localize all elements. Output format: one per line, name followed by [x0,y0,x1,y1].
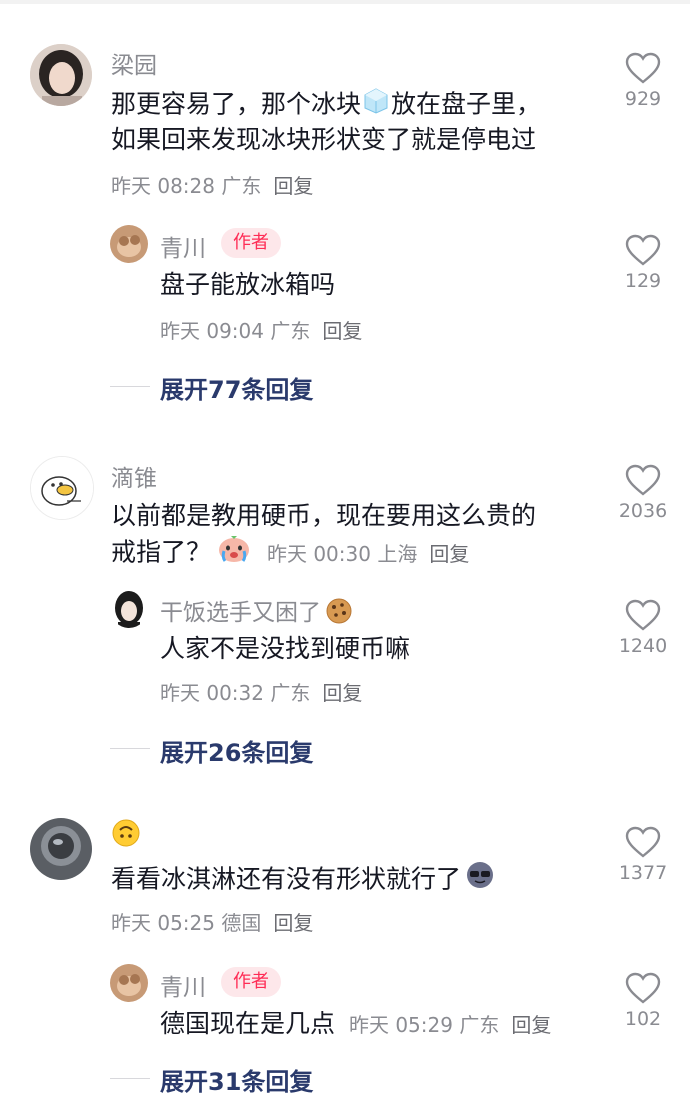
like-button[interactable]: 129 [608,234,678,292]
like-count: 1377 [618,862,668,884]
comment-meta: 昨天 05:25 德国 回复 [111,911,314,935]
avatar[interactable] [110,964,148,1002]
like-count: 102 [624,1008,662,1030]
expand-divider [110,386,150,387]
comment-author[interactable]: 滴锥 [111,459,157,493]
top-divider [0,0,690,4]
like-button[interactable]: 102 [608,972,678,1030]
comment-author[interactable]: 梁园 [111,46,157,80]
heart-icon [625,464,661,496]
comment-text: 盘子能放冰箱吗 [160,270,336,299]
avatar[interactable] [110,590,148,628]
reply-button[interactable]: 回复 [511,1013,551,1037]
comment-meta: 昨天 09:04 广东 回复 [160,319,363,343]
like-count: 129 [624,270,662,292]
comment-text: 以前都是教用硬币，现在要用这么贵的 [111,501,537,530]
heart-icon [625,826,661,858]
expand-replies-button[interactable]: 展开31条回复 [160,1062,313,1097]
ice-cube-icon [361,85,391,126]
reply-button[interactable]: 回复 [322,319,362,343]
avatar[interactable] [30,44,92,106]
reply-button[interactable]: 回复 [273,911,313,935]
like-button[interactable]: 1240 [608,599,678,657]
comment-author[interactable]: 青川 [160,968,206,1002]
expand-replies-button[interactable]: 展开26条回复 [160,733,313,768]
reply-button[interactable]: 回复 [429,542,469,566]
upside-down-face-icon [111,818,141,854]
reply-button[interactable]: 回复 [322,681,362,705]
reply-button[interactable]: 回复 [273,174,313,198]
avatar[interactable] [110,225,148,263]
like-button[interactable]: 929 [608,52,678,110]
like-count: 1240 [618,635,668,657]
comment-author[interactable]: 干饭选手又困了 [160,593,353,631]
heart-icon [625,599,661,631]
cookie-icon [325,597,353,631]
author-badge: 作者 [221,967,281,997]
expand-divider [110,748,150,749]
like-button[interactable]: 2036 [608,464,678,522]
comment-text: 人家不是没找到硬币嘛 [160,634,411,663]
comment-text: 那更容易了，那个冰块 放在盘子里， [111,85,541,126]
author-badge: 作者 [221,228,281,258]
comment-meta: 昨天 00:32 广东 回复 [160,681,363,705]
comment-text: 看看冰淇淋还有没有形状就行了 [111,860,495,901]
like-button[interactable]: 1377 [608,826,678,884]
cool-face-icon [465,860,495,901]
crying-face-icon [217,533,251,574]
heart-icon [625,234,661,266]
expand-divider [110,1078,150,1079]
avatar[interactable] [30,456,94,520]
heart-icon [625,52,661,84]
comment-author[interactable] [111,818,141,854]
comment-text: 德国现在是几点 昨天 05:29 广东 回复 [160,1009,552,1038]
like-count: 929 [624,88,662,110]
expand-replies-button[interactable]: 展开77条回复 [160,370,313,405]
comment-text: 戒指了？ 昨天 00:30 上海 回复 [111,533,469,574]
heart-icon [625,972,661,1004]
avatar[interactable] [30,818,92,880]
comment-meta: 昨天 08:28 广东 回复 [111,174,314,198]
like-count: 2036 [618,500,668,522]
comment-text: 如果回来发现冰块形状变了就是停电过 [111,125,537,154]
comment-author[interactable]: 青川 [160,229,206,263]
